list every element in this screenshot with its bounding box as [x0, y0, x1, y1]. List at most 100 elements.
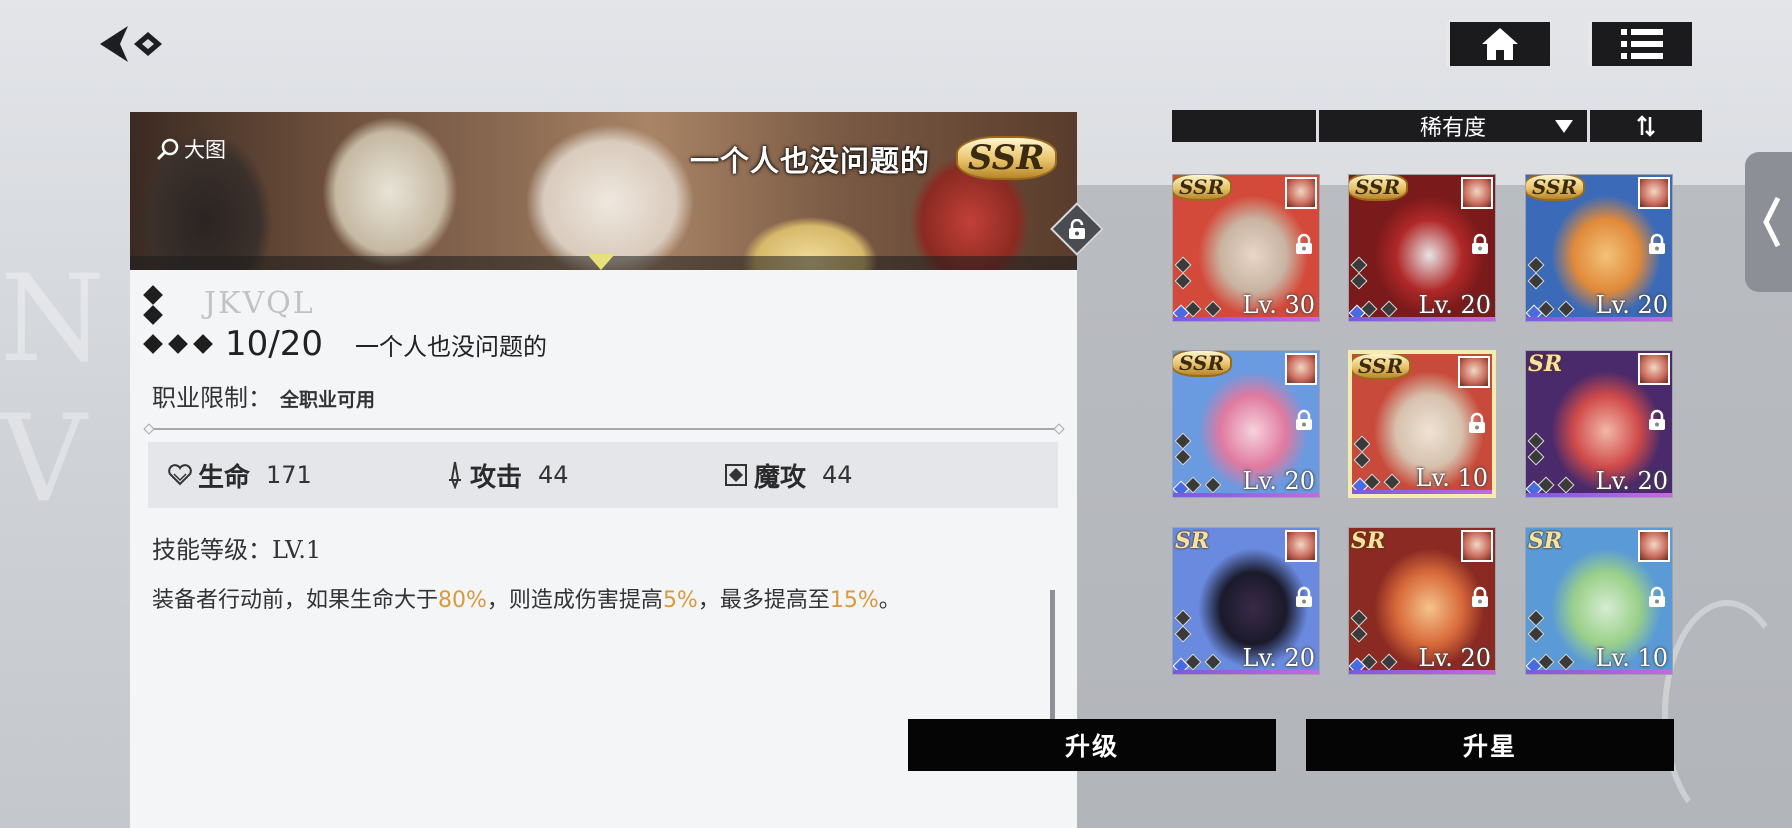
background-swirl	[1662, 600, 1792, 828]
card-level: Lv. 20	[1595, 291, 1668, 319]
home-button[interactable]	[1446, 22, 1550, 66]
stat-label: 生命	[198, 462, 251, 493]
card-star-column	[1527, 609, 1545, 643]
lock-open-icon	[1069, 219, 1085, 239]
lock-icon[interactable]	[1295, 586, 1313, 608]
star-diamond-icon	[1383, 473, 1401, 491]
equipment-card[interactable]: SR Lv. 10	[1525, 527, 1673, 675]
banner-title: 一个人也没问题的	[690, 144, 931, 178]
equipment-card[interactable]: SR Lv. 20	[1348, 527, 1496, 675]
skill-desc-text: 。	[878, 588, 901, 613]
zoom-button[interactable]: 大图	[156, 134, 226, 164]
card-owner-avatar	[1458, 356, 1490, 388]
star-diamond-icon	[1353, 435, 1371, 453]
star-diamond-icon	[143, 334, 163, 354]
star-diamond-icon	[193, 334, 213, 354]
menu-button[interactable]	[1588, 22, 1692, 66]
sort-dropdown[interactable]: 稀有度	[1319, 110, 1587, 142]
card-owner-avatar	[1638, 530, 1670, 562]
star-up-button[interactable]: 升星	[1306, 719, 1674, 771]
equipment-card[interactable]: SR Lv. 20	[1172, 527, 1320, 675]
card-level: Lv. 30	[1242, 291, 1315, 319]
star-diamond-icon	[1557, 653, 1575, 671]
card-level: Lv. 10	[1415, 464, 1488, 492]
back-arrow-icon	[100, 26, 162, 62]
equipment-level: 10/20	[225, 324, 323, 364]
skill-desc-text: ，则造成伤害提高	[486, 588, 663, 613]
background-ornament: NV	[0, 250, 105, 529]
star-diamond-icon	[1174, 272, 1192, 290]
equipment-name: 一个人也没问题的	[354, 332, 547, 361]
card-owner-avatar	[1285, 530, 1317, 562]
lock-icon[interactable]	[1295, 233, 1313, 255]
card-rarity-badge: SSR	[1173, 175, 1233, 201]
card-star-row	[1360, 653, 1398, 671]
star-diamond-icon	[1350, 272, 1368, 290]
stat-label: 魔攻	[754, 462, 807, 493]
lock-icon[interactable]	[1648, 586, 1666, 608]
skill-desc-text: ，最多提高至	[697, 588, 830, 613]
star-diamond-icon	[1527, 272, 1545, 290]
lock-icon[interactable]	[1471, 586, 1489, 608]
star-diamond-icon	[168, 334, 188, 354]
sort-order-icon	[1637, 115, 1655, 137]
sort-bar: 稀有度	[1172, 110, 1702, 142]
lock-icon[interactable]	[1295, 409, 1313, 431]
card-owner-avatar	[1285, 353, 1317, 385]
card-owner-avatar	[1461, 530, 1493, 562]
star-diamond-icon	[1204, 300, 1222, 318]
card-rarity-badge: SSR	[1349, 175, 1409, 201]
star-diamond-icon	[1527, 609, 1545, 627]
star-diamond-icon	[1174, 625, 1192, 643]
zoom-label: 大图	[184, 138, 226, 162]
star-diamond-icon	[1174, 432, 1192, 450]
lock-icon[interactable]	[1648, 233, 1666, 255]
card-star-row	[1360, 300, 1398, 318]
equipment-card[interactable]: SR Lv. 20	[1525, 350, 1673, 498]
stats-box: 生命 171 攻击 44 魔攻 44	[148, 442, 1058, 508]
stat-attack: 攻击 44	[446, 442, 569, 508]
card-star-column	[1527, 432, 1545, 466]
equipment-card[interactable]: SSR Lv. 20	[1172, 350, 1320, 498]
description-scrollbar[interactable]	[1050, 590, 1055, 720]
equipment-card[interactable]: SSR Lv. 20	[1348, 174, 1496, 322]
star-diamond-icon	[1174, 256, 1192, 274]
lock-icon[interactable]	[1468, 412, 1486, 434]
level-row: 10/20 一个人也没问题的	[143, 324, 547, 364]
equipment-name-emblem: JKVQL	[204, 286, 315, 321]
star-diamond-icon	[1527, 625, 1545, 643]
card-star-column	[1174, 609, 1192, 643]
card-star-column	[1527, 256, 1545, 290]
magnifier-icon	[156, 138, 179, 161]
card-rarity-badge: SSR	[1526, 175, 1586, 201]
equipment-card[interactable]: SSR Lv. 10	[1348, 350, 1496, 498]
lock-icon[interactable]	[1648, 409, 1666, 431]
upgrade-button[interactable]: 升级	[908, 719, 1276, 771]
card-star-row	[1363, 473, 1401, 491]
card-star-row	[1537, 300, 1575, 318]
stat-value: 44	[822, 461, 853, 489]
heart-icon	[168, 464, 192, 486]
star-diamond-icon	[1380, 653, 1398, 671]
card-star-column	[1174, 432, 1192, 466]
sort-order-button[interactable]	[1590, 110, 1702, 142]
side-drawer-tab[interactable]	[1745, 152, 1792, 292]
card-level: Lv. 20	[1418, 644, 1491, 672]
card-star-column	[1350, 256, 1368, 290]
card-level: Lv. 10	[1595, 644, 1668, 672]
skill-value-highlight: 5%	[662, 588, 698, 613]
banner-down-arrow-icon	[587, 254, 615, 270]
star-diamond-icon	[143, 285, 163, 305]
filter-button[interactable]	[1172, 110, 1316, 142]
card-owner-avatar	[1638, 177, 1670, 209]
equipment-card[interactable]: SSR Lv. 30	[1172, 174, 1320, 322]
star-diamond-icon	[1527, 432, 1545, 450]
back-button[interactable]	[98, 22, 168, 66]
section-divider	[148, 428, 1060, 430]
equipment-card[interactable]: SSR Lv. 20	[1525, 174, 1673, 322]
skill-value-highlight: 80%	[438, 588, 487, 613]
card-star-row	[1184, 476, 1222, 494]
lock-icon[interactable]	[1471, 233, 1489, 255]
card-level: Lv. 20	[1595, 467, 1668, 495]
card-star-row	[1184, 653, 1222, 671]
